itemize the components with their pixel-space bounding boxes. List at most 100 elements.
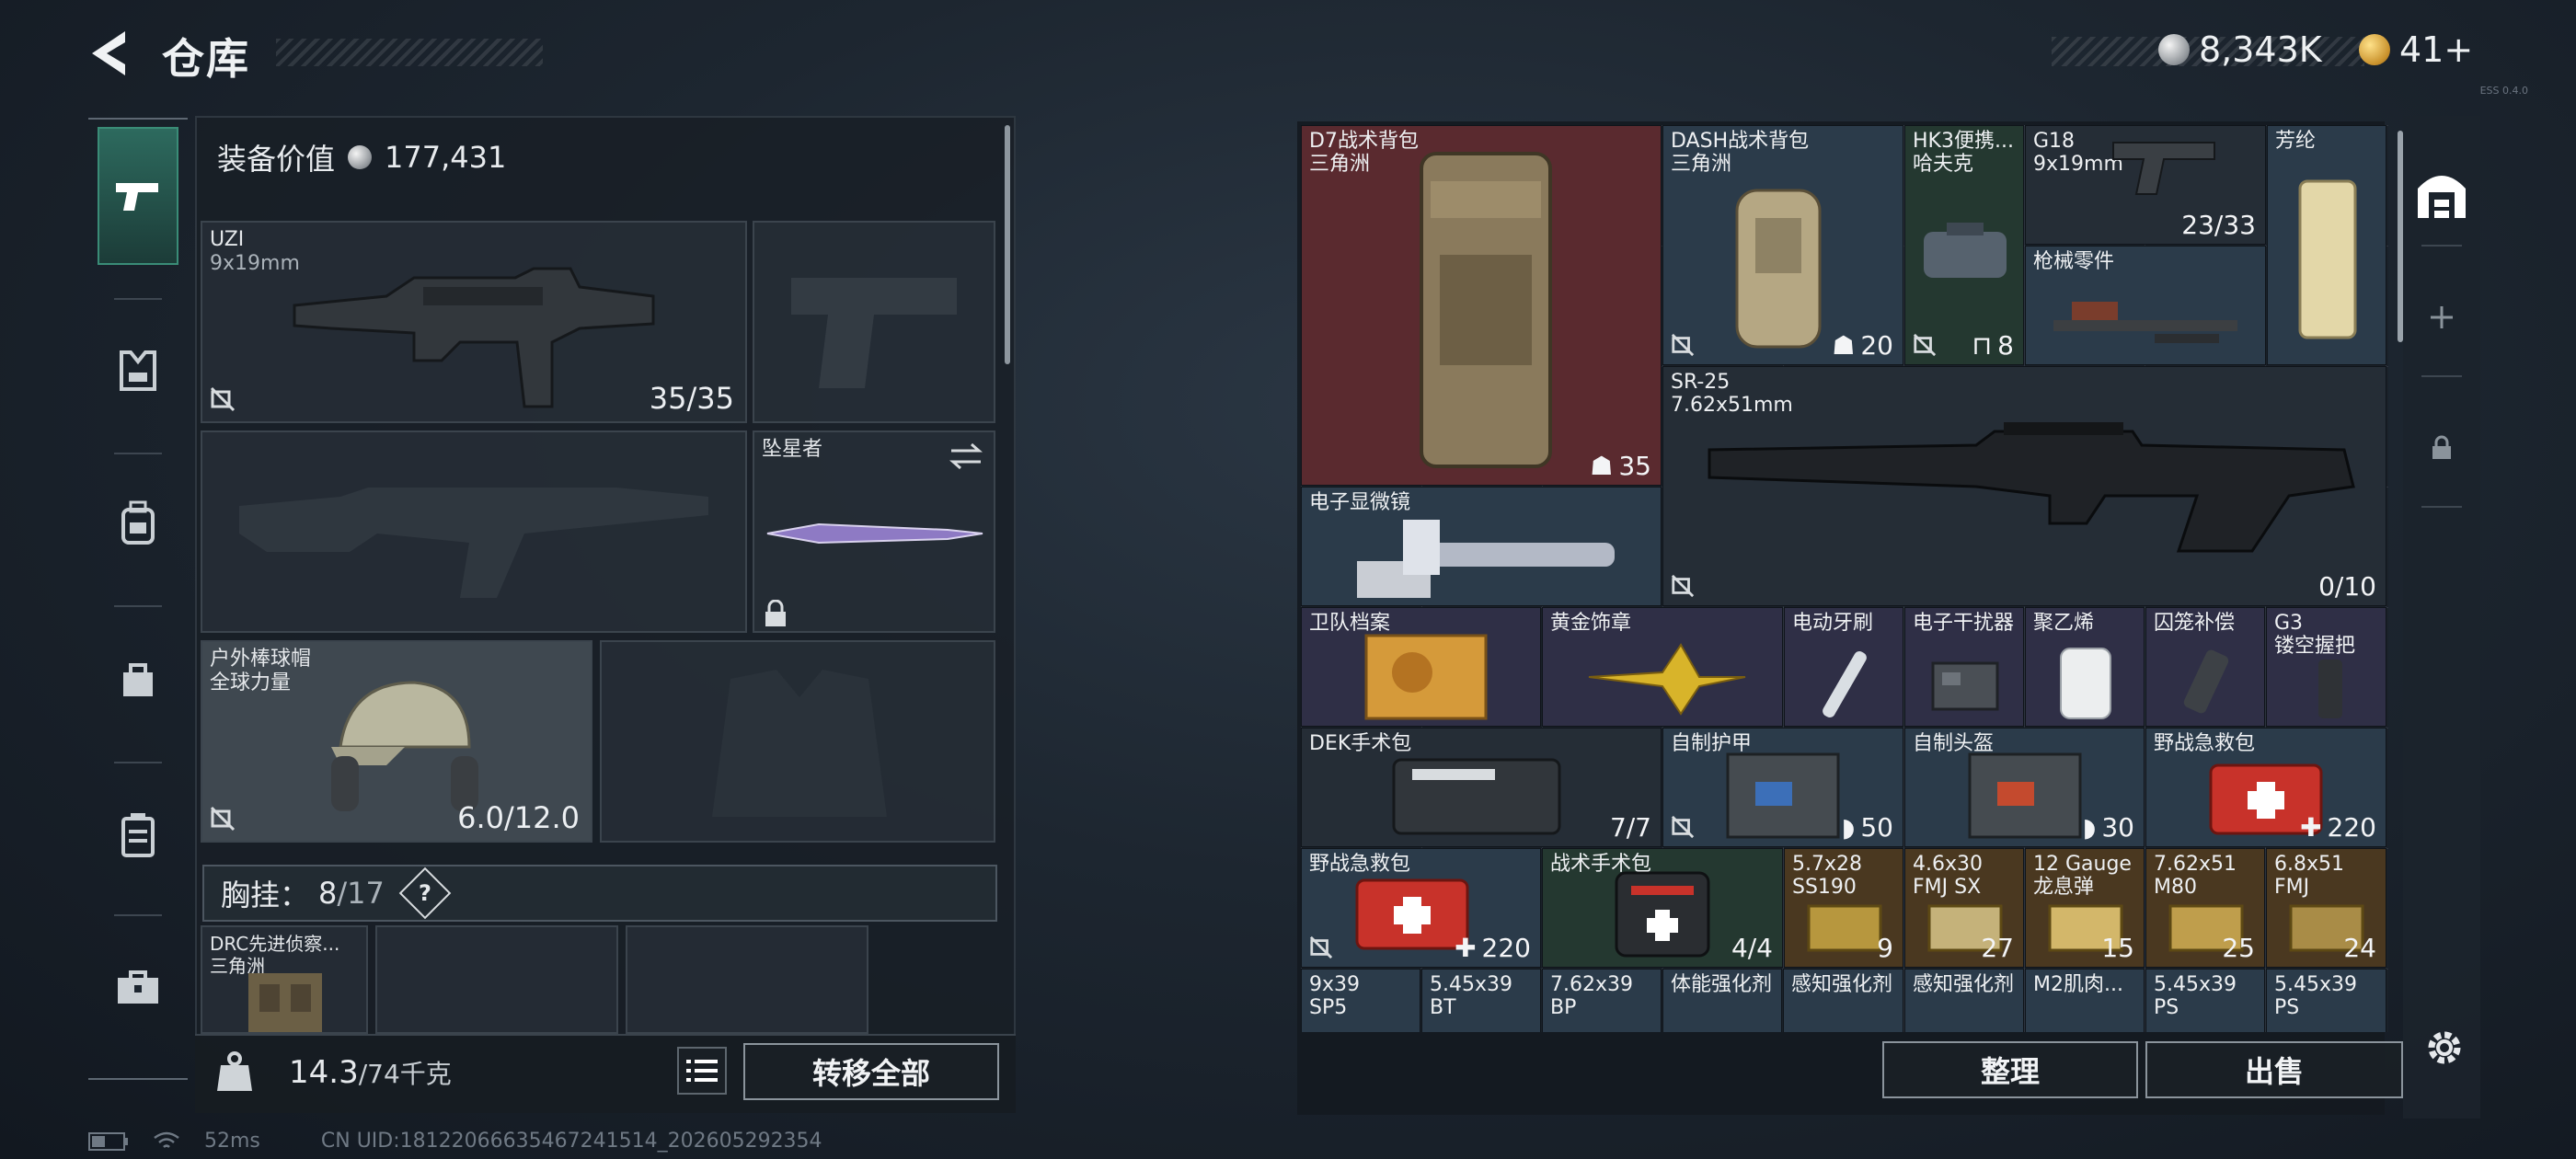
rail-tab-armor[interactable] bbox=[98, 302, 178, 440]
settings-button[interactable] bbox=[2421, 1025, 2467, 1071]
melee-slot[interactable]: 坠星者 bbox=[753, 430, 995, 633]
compensator-image bbox=[2183, 649, 2229, 714]
item-badge: 15 bbox=[2101, 933, 2134, 963]
warehouse-item[interactable]: 感知强化剂 bbox=[1904, 969, 2024, 1032]
toothbrush-image bbox=[1823, 651, 1867, 717]
chest-rig-pocket[interactable] bbox=[375, 925, 618, 1034]
list-view-button[interactable] bbox=[677, 1047, 727, 1095]
warehouse-item[interactable]: 感知强化剂 bbox=[1783, 969, 1903, 1032]
primary-weapon-slot[interactable]: UZI 9x19mm 35/35 bbox=[201, 221, 747, 423]
rail-separator bbox=[114, 298, 162, 300]
warehouse-item[interactable]: 野战急救包 ✚ 220 bbox=[1301, 848, 1541, 968]
backpack-image bbox=[1420, 152, 1552, 468]
warehouse-item[interactable]: 体能强化剂 bbox=[1662, 969, 1782, 1032]
warehouse-item[interactable]: 4.6x30 FMJ SX 27 bbox=[1904, 848, 2024, 968]
warehouse-item[interactable]: SR-25 7.62x51mm 0/10 bbox=[1662, 366, 2386, 606]
help-button[interactable]: ? bbox=[398, 866, 452, 920]
page-title: 仓库 bbox=[162, 34, 250, 84]
warehouse-item[interactable]: 7.62x51 M80 25 bbox=[2145, 848, 2265, 968]
currency-silver[interactable]: 8,343K bbox=[2158, 29, 2322, 70]
warehouse-item[interactable]: 野战急救包 ✚ 220 bbox=[2145, 728, 2386, 847]
warehouse-item[interactable]: 7.62x39 BP bbox=[1542, 969, 1662, 1032]
warehouse-item[interactable]: 5.45x39 BT bbox=[1421, 969, 1541, 1032]
equipment-value: 装备价值 177,431 bbox=[217, 136, 506, 178]
warehouse-item[interactable]: 电动牙刷 bbox=[1784, 607, 1903, 727]
warehouse-item[interactable]: 6.8x51 FMJ 24 bbox=[2266, 848, 2386, 968]
warehouse-item[interactable]: 黄金饰章 bbox=[1542, 607, 1783, 727]
chest-rig-pocket[interactable] bbox=[626, 925, 868, 1034]
currency-gold-value: 41+ bbox=[2399, 29, 2474, 70]
locked-warehouse-tab[interactable] bbox=[2403, 379, 2480, 517]
warehouse-item[interactable]: HK3便携... 哈夫克 ⊓ 8 bbox=[1904, 125, 2024, 365]
warehouse-item[interactable]: G18 9x19mm 23/33 bbox=[2025, 125, 2266, 245]
warehouse-item[interactable]: 电子干扰器 bbox=[1904, 607, 2024, 727]
item-badge: 7/7 bbox=[1609, 812, 1651, 843]
sell-button[interactable]: 出售 bbox=[2145, 1041, 2403, 1098]
rail-tab-backpack[interactable] bbox=[98, 454, 178, 592]
backpack-icon bbox=[121, 500, 155, 545]
body-armor-slot[interactable] bbox=[600, 640, 995, 843]
rail-tab-case[interactable] bbox=[98, 765, 178, 903]
add-warehouse-button[interactable] bbox=[2403, 248, 2480, 386]
chest-rig-label: 胸挂： bbox=[221, 878, 310, 912]
gold-badge-image bbox=[1588, 643, 1746, 716]
item-badge: ✚ 220 bbox=[2300, 812, 2376, 843]
warehouse-item[interactable]: 战术手术包 4/4 bbox=[1542, 848, 1783, 968]
warehouse-item[interactable]: G3 镂空握把 bbox=[2266, 607, 2386, 727]
battery-icon bbox=[88, 1131, 128, 1151]
helmet-slot[interactable]: 户外棒球帽 全球力量 6.0/12.0 bbox=[201, 640, 592, 843]
chest-rig-image bbox=[248, 973, 322, 1032]
gun-parts-image bbox=[2053, 302, 2237, 343]
rail-top-line bbox=[88, 118, 188, 120]
warehouse-item[interactable]: 聚乙烯 bbox=[2025, 607, 2145, 727]
warehouse-item[interactable]: D7战术背包 三角洲 ☗ 35 bbox=[1301, 125, 1662, 486]
pistol-image bbox=[2112, 142, 2215, 195]
warehouse-item[interactable]: 12 Gauge 龙息弹 15 bbox=[2025, 848, 2145, 968]
warehouse-item[interactable]: 9x39 SP5 bbox=[1301, 969, 1420, 1032]
rifle-slot[interactable] bbox=[201, 430, 747, 633]
back-button[interactable] bbox=[85, 26, 140, 81]
warehouse-item[interactable]: 自制头盔 ◗ 30 bbox=[1904, 728, 2145, 847]
warehouse-item[interactable]: 5.45x39 PS bbox=[2266, 969, 2386, 1032]
rail-tab-warehouse[interactable] bbox=[2403, 125, 2480, 263]
warehouse-item[interactable]: 5.7x28 SS190 9 bbox=[1784, 848, 1903, 968]
warehouse-item[interactable]: DASH战术背包 三角洲 ☗ 20 bbox=[1662, 125, 1903, 365]
bag-image bbox=[1924, 223, 2007, 278]
currency-gold[interactable]: 41+ bbox=[2359, 29, 2473, 70]
rail-tab-bag[interactable] bbox=[98, 611, 178, 749]
warehouse-item[interactable]: 电子显微镜 bbox=[1301, 487, 1662, 606]
ammo-box-image bbox=[1807, 904, 1882, 952]
warehouse-item[interactable]: DEK手术包 7/7 bbox=[1301, 728, 1662, 847]
rail-tab-weapons[interactable] bbox=[98, 127, 178, 265]
warehouse-item[interactable]: 芳纶 bbox=[2267, 125, 2386, 365]
swap-icon[interactable] bbox=[948, 442, 984, 471]
equipment-scrollbar[interactable] bbox=[1005, 125, 1010, 364]
secondary-weapon-slot[interactable] bbox=[753, 221, 995, 423]
item-badge: 0/10 bbox=[2318, 571, 2376, 602]
warehouse-item[interactable]: M2肌肉... bbox=[2025, 969, 2145, 1032]
back-arrow-icon bbox=[92, 31, 125, 75]
transfer-all-button[interactable]: 转移全部 bbox=[743, 1043, 999, 1100]
item-name: HK3便携... 哈夫克 bbox=[1913, 130, 2014, 176]
weight-readout: 14.3/74千克 bbox=[289, 1054, 452, 1091]
warehouse-item[interactable]: 卫队档案 bbox=[1301, 607, 1541, 727]
chest-rig-slot[interactable]: DRC先进侦察... 三角洲 bbox=[201, 925, 368, 1034]
warehouse-item[interactable]: 自制护甲 ◗ 50 bbox=[1662, 728, 1903, 847]
item-name: 感知强化剂 bbox=[1913, 973, 2015, 996]
helmet-name: 户外棒球帽 全球力量 bbox=[210, 648, 312, 694]
no-insure-icon bbox=[1913, 333, 1937, 357]
tactical-kit-image bbox=[1615, 871, 1710, 958]
item-name: 7.62x39 BP bbox=[1550, 973, 1633, 1019]
rail-tab-toolbox[interactable] bbox=[98, 918, 178, 1056]
warehouse-item[interactable]: 5.45x39 PS bbox=[2145, 969, 2265, 1032]
blade-image bbox=[766, 522, 983, 545]
left-rail bbox=[88, 118, 188, 1084]
warehouse-item[interactable]: 枪械零件 bbox=[2025, 246, 2266, 365]
toolbox-icon bbox=[118, 970, 158, 1004]
uid-label: CN UID:18122066635467241514_202605292354 bbox=[320, 1130, 822, 1153]
sort-button[interactable]: 整理 bbox=[1882, 1041, 2138, 1098]
warehouse-item[interactable]: 囚笼补偿 bbox=[2145, 607, 2265, 727]
item-name: 5.7x28 SS190 bbox=[1792, 853, 1863, 899]
jammer-image bbox=[1931, 661, 1999, 711]
item-name: 电动牙刷 bbox=[1792, 612, 1874, 635]
